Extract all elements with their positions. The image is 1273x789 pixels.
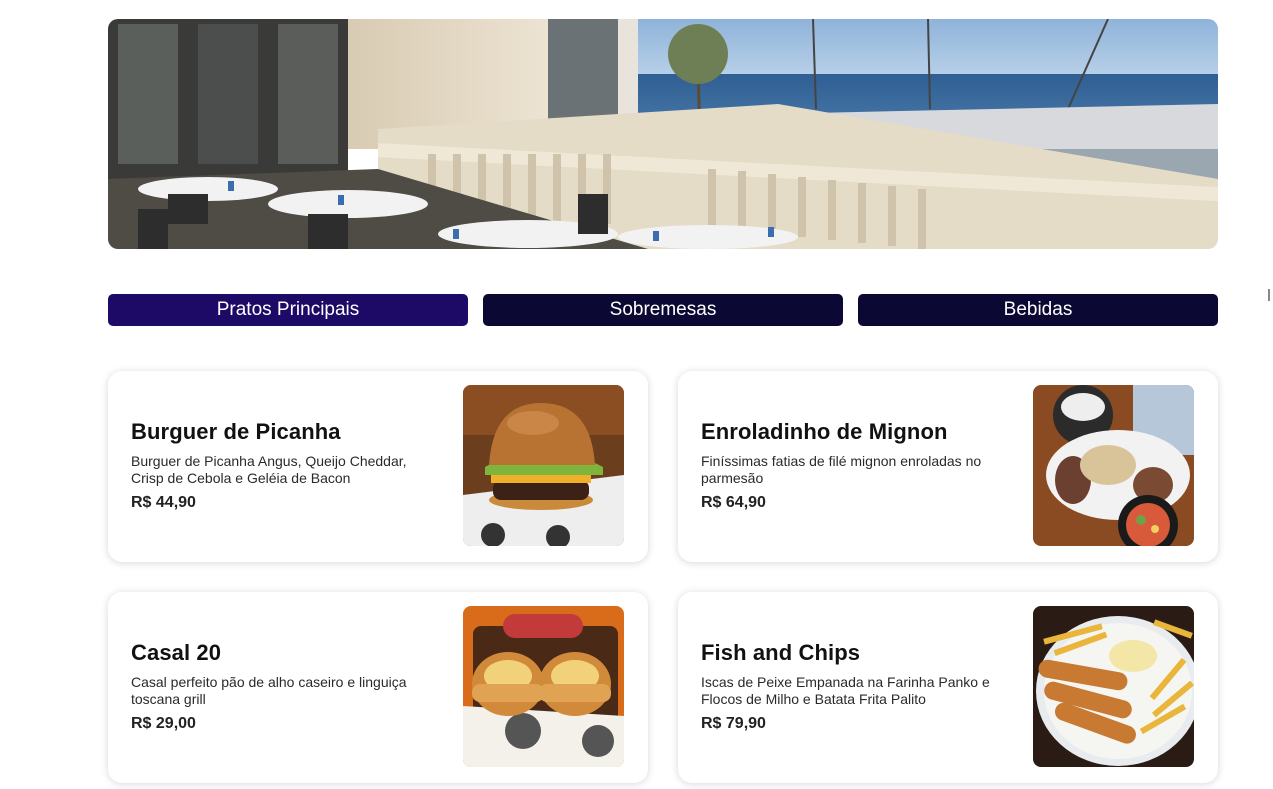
- menu-item-description: Iscas de Peixe Empanada na Farinha Panko…: [701, 674, 990, 707]
- menu-item-price: R$ 44,90: [131, 494, 196, 511]
- tab-pratos-principais[interactable]: Pratos Principais: [108, 294, 468, 326]
- category-tabs: Pratos Principais Sobremesas Bebidas: [108, 294, 1218, 326]
- menu-item-price: R$ 29,00: [131, 715, 196, 732]
- tab-label: Sobremesas: [609, 299, 717, 320]
- scroll-edge-indicator: [1268, 289, 1270, 301]
- tab-label: Pratos Principais: [216, 299, 360, 320]
- restaurant-terrace-illustration: [108, 19, 1218, 249]
- menu-item-name: Casal 20: [131, 640, 222, 665]
- mignon-rolls-photo: [1033, 385, 1194, 546]
- tab-bebidas[interactable]: Bebidas: [858, 294, 1218, 326]
- garlic-bread-sausage-photo: [463, 606, 624, 767]
- menu-item-price: R$ 79,90: [701, 715, 766, 732]
- menu-item-name: Fish and Chips: [701, 640, 861, 665]
- menu-item-description: Finíssimas fatias de filé mignon enrolad…: [701, 453, 982, 486]
- menu-item-name: Burguer de Picanha: [131, 419, 341, 444]
- menu-item-card[interactable]: Burguer de Picanha Burguer de Picanha An…: [108, 371, 648, 562]
- menu-item-name: Enroladinho de Mignon: [701, 419, 948, 444]
- tab-label: Bebidas: [1003, 299, 1073, 320]
- hero-image: [108, 19, 1218, 249]
- menu-item-description: Burguer de Picanha Angus, Queijo Cheddar…: [131, 453, 407, 486]
- menu-item-card[interactable]: Enroladinho de Mignon Finíssimas fatias …: [678, 371, 1218, 562]
- fish-and-chips-photo: [1033, 606, 1194, 767]
- tab-sobremesas[interactable]: Sobremesas: [483, 294, 843, 326]
- burger-photo: [463, 385, 624, 546]
- menu-item-description: Casal perfeito pão de alho caseiro e lin…: [131, 674, 407, 707]
- menu-item-price: R$ 64,90: [701, 494, 766, 511]
- menu-item-card[interactable]: Fish and Chips Iscas de Peixe Empanada n…: [678, 592, 1218, 783]
- menu-item-card[interactable]: Casal 20 Casal perfeito pão de alho case…: [108, 592, 648, 783]
- menu-page: Pratos Principais Sobremesas Bebidas Bur…: [0, 0, 1273, 789]
